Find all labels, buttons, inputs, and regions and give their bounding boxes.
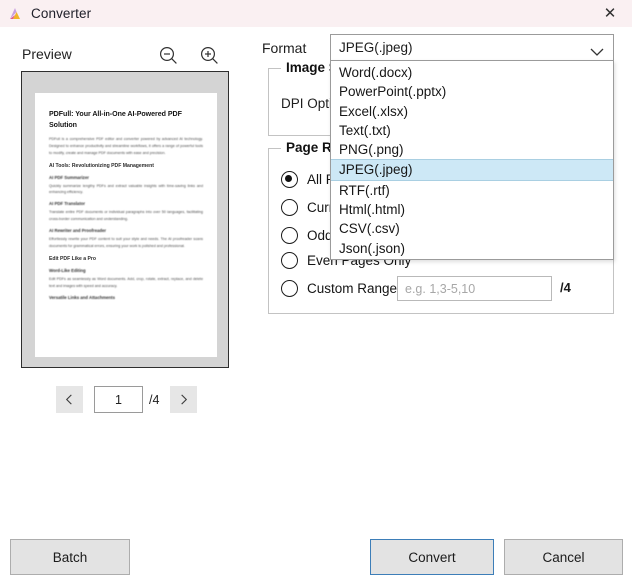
doc-title: PDFull: Your All-in-One AI-Powered PDF S… — [49, 109, 203, 131]
doc-subsection-body: Edit PDFs as seamlessly as Word document… — [49, 276, 203, 290]
radio-all-pages-indicator[interactable] — [281, 171, 298, 188]
dropdown-option-json[interactable]: Json(.json) — [331, 239, 613, 258]
custom-range-input[interactable]: e.g. 1,3-5,10 — [397, 276, 552, 301]
dropdown-option-excel[interactable]: Excel(.xlsx) — [331, 102, 613, 121]
chevron-right-icon[interactable] — [170, 386, 197, 413]
zoom-out-icon[interactable] — [158, 45, 180, 72]
dropdown-option-word[interactable]: Word(.docx) — [331, 63, 613, 82]
radio-custom-range[interactable]: Custom Range — [281, 280, 397, 297]
doc-subsection-body: Translate entire PDF documents or indivi… — [49, 209, 203, 223]
doc-subsection-body: Quickly summarize lengthy PDFs and extra… — [49, 183, 203, 197]
doc-subsection-heading: Word-Like Editing — [49, 268, 203, 274]
format-selected-value: JPEG(.jpeg) — [339, 40, 413, 55]
doc-intro: PDFull is a comprehensive PDF editor and… — [49, 136, 203, 157]
preview-frame[interactable]: PDFull: Your All-in-One AI-Powered PDF S… — [21, 71, 229, 368]
dropdown-option-html[interactable]: Html(.html) — [331, 200, 613, 219]
cancel-button[interactable]: Cancel — [504, 539, 623, 575]
convert-button[interactable]: Convert — [370, 539, 494, 575]
dropdown-option-png[interactable]: PNG(.png) — [331, 140, 613, 159]
radio-custom-range-indicator[interactable] — [281, 280, 298, 297]
radio-odd-pages-indicator[interactable] — [281, 227, 298, 244]
format-label: Format — [262, 40, 306, 56]
doc-subsection-heading: AI Rewriter and Proofreader — [49, 228, 203, 234]
custom-range-total-label: /4 — [560, 280, 571, 295]
app-logo-icon — [7, 6, 23, 22]
preview-page: PDFull: Your All-in-One AI-Powered PDF S… — [35, 93, 217, 357]
chevron-down-icon[interactable] — [590, 43, 604, 52]
pagination: 1 /4 — [56, 386, 197, 413]
doc-section-heading: Edit PDF Like a Pro — [49, 256, 203, 263]
batch-button[interactable]: Batch — [10, 539, 130, 575]
doc-subsection-body: Effortlessly rewrite your PDF content to… — [49, 236, 203, 250]
custom-range-placeholder: e.g. 1,3-5,10 — [405, 282, 475, 296]
chevron-left-icon[interactable] — [56, 386, 83, 413]
dropdown-option-rtf[interactable]: RTF(.rtf) — [331, 181, 613, 200]
page-number-input[interactable]: 1 — [94, 386, 143, 413]
doc-subsection-heading: AI PDF Translator — [49, 201, 203, 207]
title-bar: Converter ✕ — [0, 0, 632, 27]
dropdown-option-text[interactable]: Text(.txt) — [331, 121, 613, 140]
dropdown-option-csv[interactable]: CSV(.csv) — [331, 219, 613, 238]
doc-subsection-heading: AI PDF Summarizer — [49, 175, 203, 181]
window-title: Converter — [31, 6, 91, 21]
zoom-in-icon[interactable] — [199, 45, 221, 72]
close-icon[interactable]: ✕ — [588, 0, 632, 27]
format-dropdown-list[interactable]: Word(.docx) PowerPoint(.pptx) Excel(.xls… — [330, 60, 614, 260]
format-combobox[interactable]: JPEG(.jpeg) — [330, 34, 614, 61]
preview-label: Preview — [22, 46, 72, 62]
radio-even-pages-indicator[interactable] — [281, 252, 298, 269]
dropdown-option-powerpoint[interactable]: PowerPoint(.pptx) — [331, 82, 613, 101]
dropdown-option-jpeg[interactable]: JPEG(.jpeg) — [331, 159, 613, 180]
radio-custom-range-label: Custom Range — [307, 281, 397, 296]
doc-section-heading: AI Tools: Revolutionizing PDF Management — [49, 163, 203, 170]
doc-subsection-heading: Versatile Links and Attachments — [49, 295, 203, 301]
page-total-label: /4 — [149, 393, 159, 407]
radio-current-page-indicator[interactable] — [281, 199, 298, 216]
